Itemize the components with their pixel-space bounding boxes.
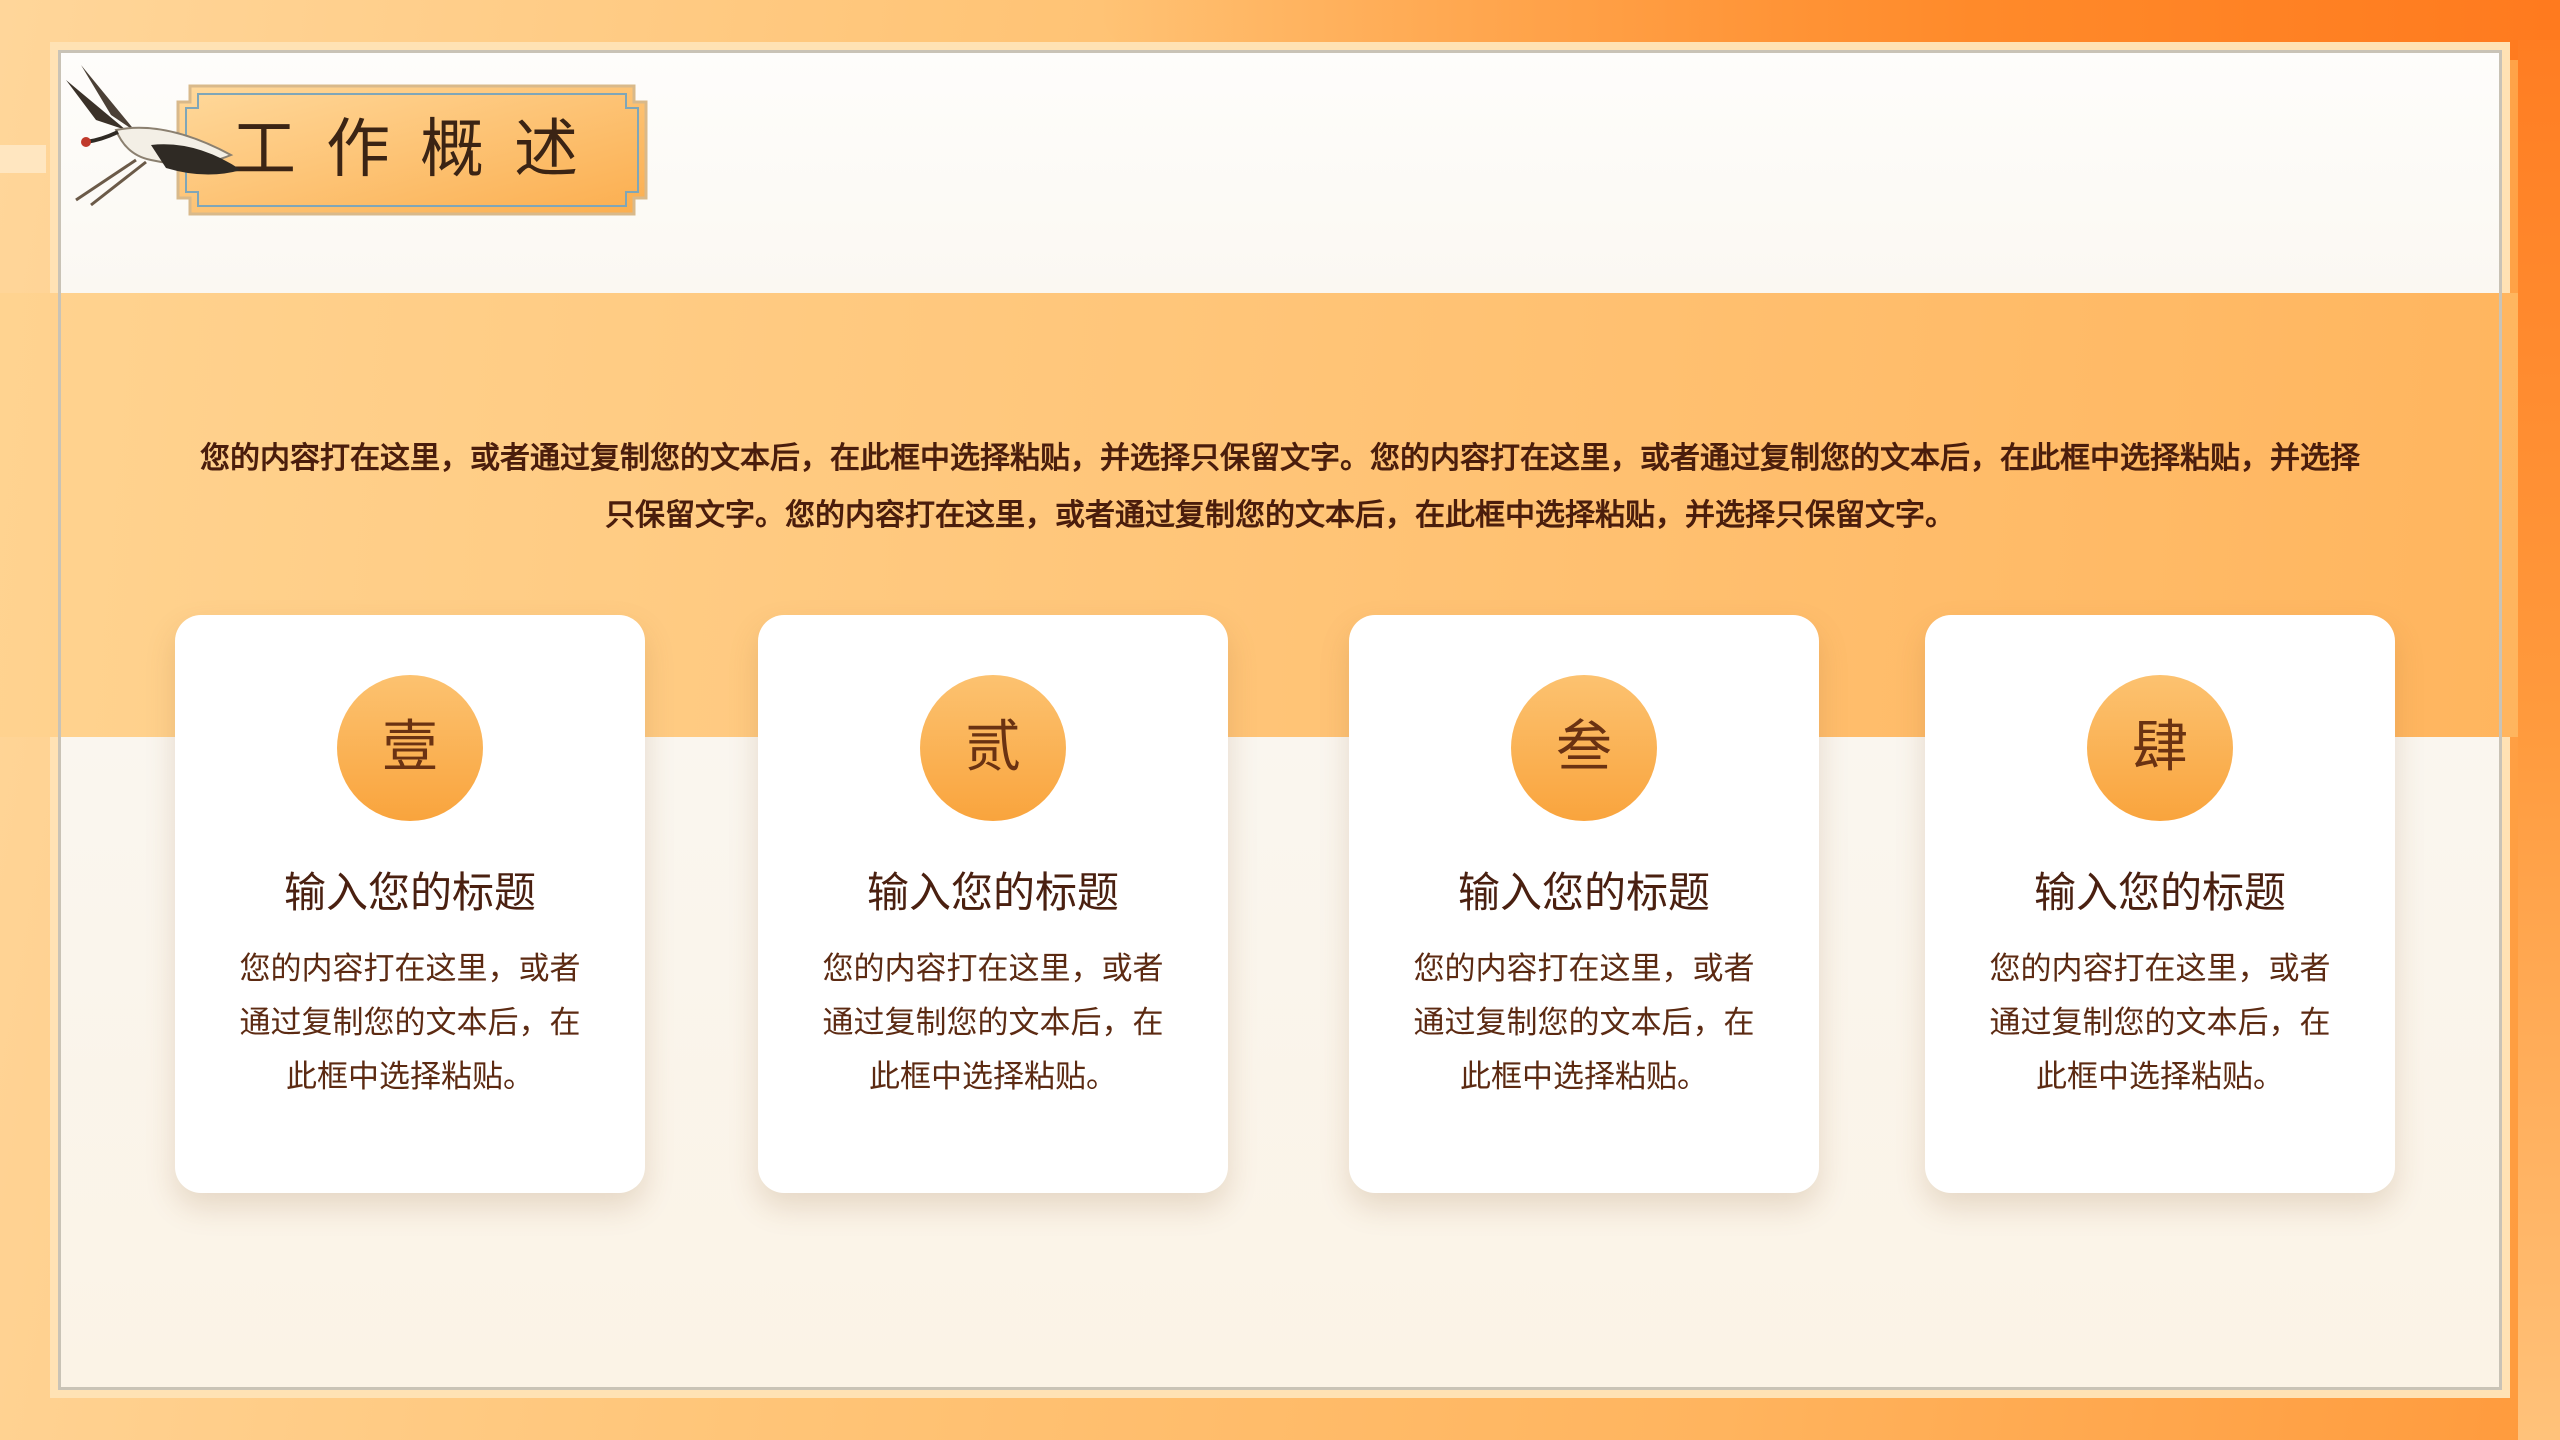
card-title: 输入您的标题 [866,868,1119,917]
card-body: 您的内容打在这里，或者通过复制您的文本后，在此框中选择粘贴。 [239,951,581,1095]
card-body: 您的内容打在这里，或者通过复制您的文本后，在此框中选择粘贴。 [1989,951,2331,1095]
feature-card-4: 肆 输入您的标题 您的内容打在这里，或者通过复制您的文本后，在此框中选择粘贴。 [1925,615,2395,1193]
card-badge: 叁 [1511,675,1657,821]
card-body: 您的内容打在这里，或者通过复制您的文本后，在此框中选择粘贴。 [1413,951,1755,1095]
crane-icon [66,65,241,207]
intro-paragraph: 您的内容打在这里，或者通过复制您的文本后，在此框中选择粘贴，并选择只保留文字。您… [200,441,2360,533]
card-badge: 壹 [337,675,483,821]
page-title: 工作概述 [232,113,608,187]
right-strip-decoration [2518,40,2560,1440]
card-badge: 肆 [2087,675,2233,821]
card-badge: 贰 [920,675,1066,821]
feature-card-2: 贰 输入您的标题 您的内容打在这里，或者通过复制您的文本后，在此框中选择粘贴。 [758,615,1228,1193]
card-body: 您的内容打在这里，或者通过复制您的文本后，在此框中选择粘贴。 [822,951,1164,1095]
left-tab-decoration [0,145,46,173]
feature-card-1: 壹 输入您的标题 您的内容打在这里，或者通过复制您的文本后，在此框中选择粘贴。 [175,615,645,1193]
card-title: 输入您的标题 [283,868,536,917]
feature-card-3: 叁 输入您的标题 您的内容打在这里，或者通过复制您的文本后，在此框中选择粘贴。 [1349,615,1819,1193]
card-title: 输入您的标题 [1457,868,1710,917]
card-title: 输入您的标题 [2033,868,2286,917]
